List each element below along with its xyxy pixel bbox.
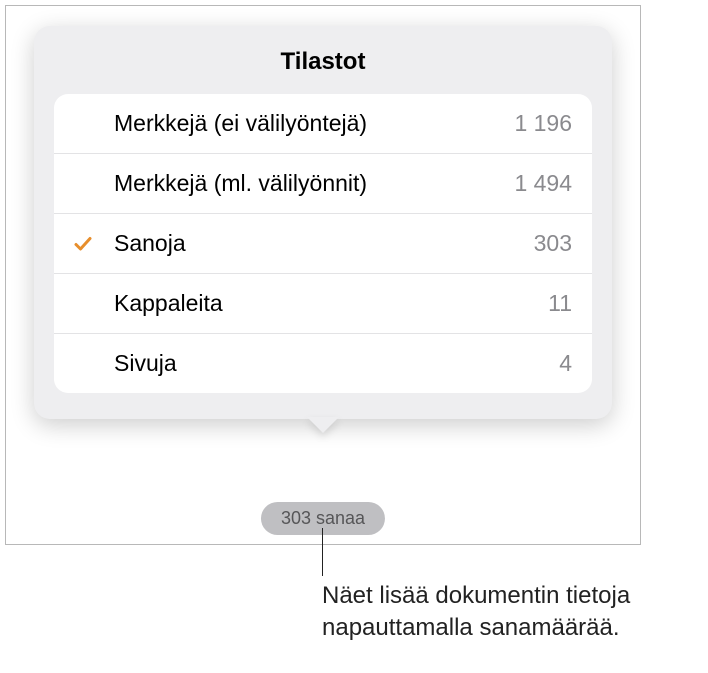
stat-row-characters-with-spaces[interactable]: Merkkejä (ml. välilyönnit) 1 494 bbox=[54, 154, 592, 214]
outer-frame: Tilastot Merkkejä (ei välilyöntejä) 1 19… bbox=[5, 5, 641, 545]
popover-arrow-icon bbox=[307, 417, 339, 433]
stat-label: Sanoja bbox=[114, 230, 534, 257]
stat-label: Sivuja bbox=[114, 350, 559, 377]
stat-row-words[interactable]: Sanoja 303 bbox=[54, 214, 592, 274]
statistics-popover: Tilastot Merkkejä (ei välilyöntejä) 1 19… bbox=[34, 26, 612, 419]
stat-value: 303 bbox=[534, 230, 572, 257]
stat-value: 1 196 bbox=[514, 110, 572, 137]
popover-title: Tilastot bbox=[54, 48, 592, 76]
stat-row-paragraphs[interactable]: Kappaleita 11 bbox=[54, 274, 592, 334]
stats-list: Merkkejä (ei välilyöntejä) 1 196 Merkkej… bbox=[54, 94, 592, 393]
callout-line bbox=[322, 528, 323, 576]
checkmark-icon bbox=[72, 233, 94, 255]
stat-label: Merkkejä (ei välilyöntejä) bbox=[114, 110, 514, 137]
word-count-pill[interactable]: 303 sanaa bbox=[261, 502, 385, 535]
stat-value: 11 bbox=[548, 290, 572, 317]
stat-value: 4 bbox=[559, 350, 572, 377]
callout-text: Näet lisää dokumentin tietoja napauttama… bbox=[322, 580, 692, 645]
stat-row-pages[interactable]: Sivuja 4 bbox=[54, 334, 592, 393]
stat-value: 1 494 bbox=[514, 170, 572, 197]
stat-label: Kappaleita bbox=[114, 290, 548, 317]
stat-row-characters-no-spaces[interactable]: Merkkejä (ei välilyöntejä) 1 196 bbox=[54, 94, 592, 154]
stat-label: Merkkejä (ml. välilyönnit) bbox=[114, 170, 514, 197]
